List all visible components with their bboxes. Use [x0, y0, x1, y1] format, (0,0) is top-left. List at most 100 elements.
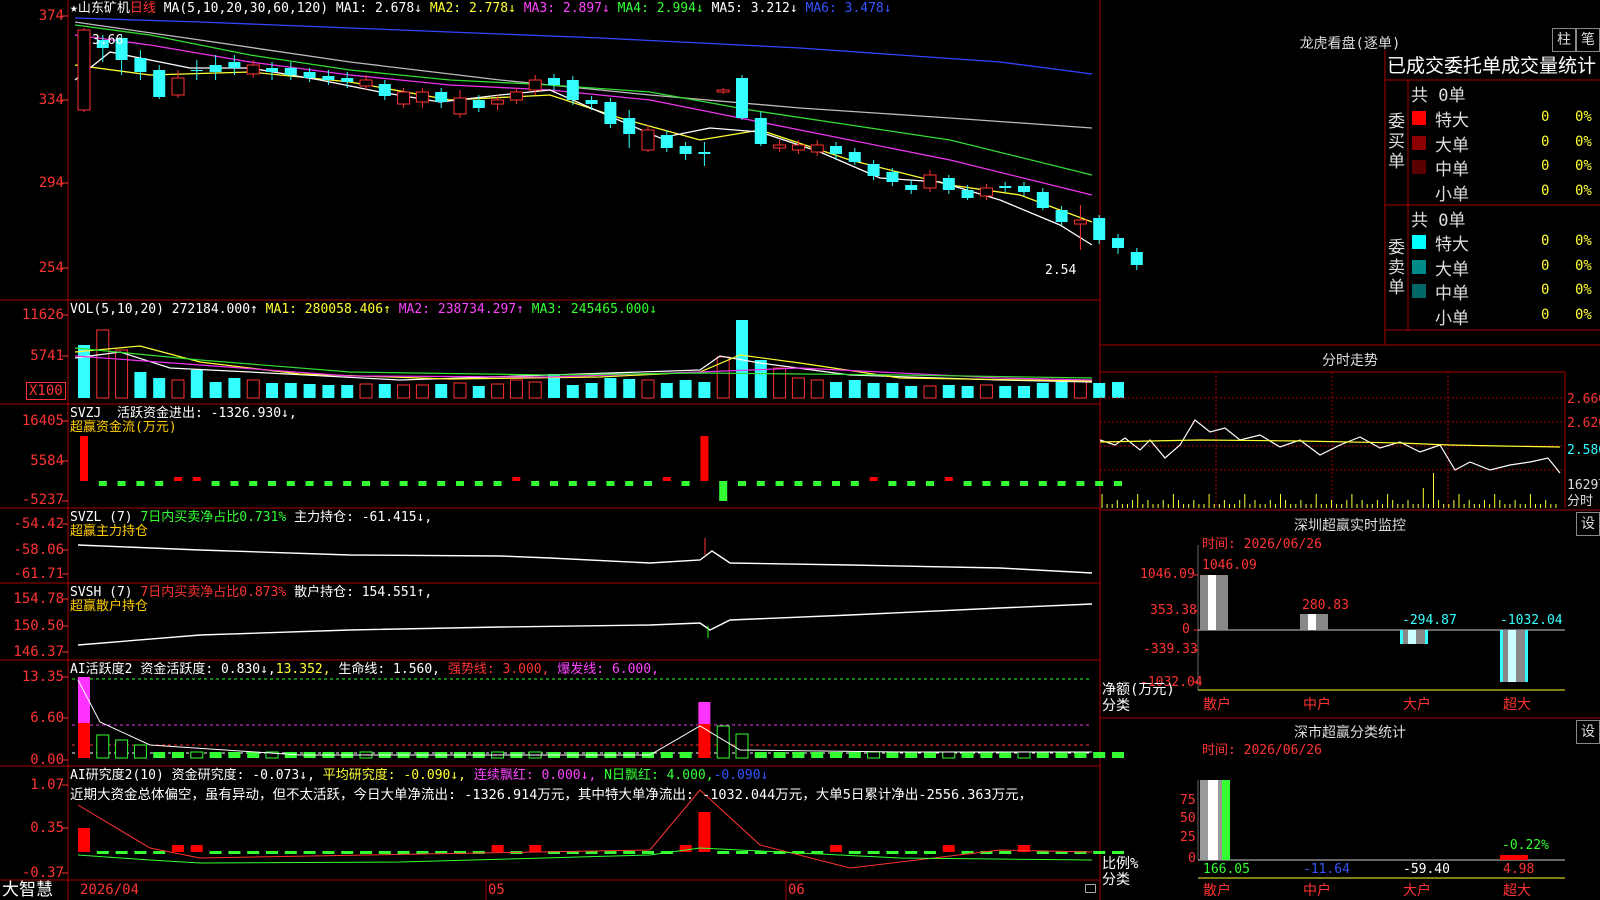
sell-row-label-0: 特大 [1435, 235, 1469, 255]
ma4-value: MA4: 2.994↓ [617, 1, 704, 16]
ai2-bar [134, 851, 147, 854]
candle-body [171, 77, 185, 96]
volume-bar [228, 378, 241, 398]
svzj-bar [587, 481, 596, 486]
ai1-bar [1036, 752, 1049, 758]
star-icon: ★ [70, 1, 78, 16]
vol-value: 272184.000↑ [171, 302, 258, 317]
candle-body [322, 76, 335, 80]
sell-row-percent-2: 0% [1575, 282, 1592, 298]
sz1-value-1: 280.83 [1302, 598, 1349, 613]
candle-body [999, 186, 1012, 188]
vol-unit-badge: X100 [26, 382, 66, 400]
buy-side-label: 委买单 [1388, 112, 1405, 172]
svzl-legend: SVZL (7) 7日内买卖净占比0.731% 主力持仓: -61.415↓, [70, 510, 432, 525]
sz1-title: 深圳超赢实时监控 [1294, 518, 1406, 534]
svsh-value: 散户持仓: 154.551↑, [294, 585, 433, 600]
chart-legend-price: ★山东矿机日线 MA(5,10,20,30,60,120) MA1: 2.678… [70, 1, 892, 16]
candle-body [209, 65, 222, 72]
svzj-bar [456, 481, 464, 486]
svzj-bar [1020, 481, 1028, 486]
svzj-bar [493, 481, 502, 486]
svzj-bar [117, 481, 126, 486]
svsh-title: SVSH (7) [70, 585, 133, 600]
ai1-axis-top: 13.35 [21, 669, 64, 685]
sz1-category-2: 大户 [1403, 697, 1431, 713]
sz2-value-1: -11.64 [1303, 862, 1350, 877]
sz1-axis-1: 1046.09 [1140, 567, 1195, 582]
svzj-bar [362, 481, 370, 486]
svzj-bar [418, 481, 427, 486]
candle-body [190, 70, 203, 71]
candle-body [961, 190, 974, 198]
ma3-value: MA3: 2.897↓ [523, 1, 610, 16]
price-axis-254: 254 [38, 260, 64, 276]
sz1-category-1: 中户 [1303, 697, 1331, 713]
sz2-bar-3 [1500, 855, 1528, 860]
vol-legend: VOL(5,10,20) 272184.000↑ MA1: 280058.406… [70, 302, 657, 317]
svzl-ratio: 7日内买卖净占比0.731% [140, 510, 287, 525]
ma1-value: MA1: 2.678↓ [335, 1, 422, 16]
stock-name[interactable]: 山东矿机 [78, 1, 130, 16]
svzj-bar [662, 477, 671, 481]
sz2-value-0: 166.05 [1203, 862, 1250, 877]
buy-row-percent-3: 0% [1575, 182, 1592, 199]
svzj-bar [268, 481, 276, 486]
sz2-bar-stripe [1222, 780, 1230, 860]
candle-body [810, 144, 824, 153]
lhkp-title: 龙虎看盘(逐单) [1299, 36, 1401, 52]
volume-bar [509, 379, 523, 399]
buy-row-percent-1: 0% [1575, 133, 1592, 150]
volume-bar [791, 377, 805, 399]
svzj-subtitle: 超赢资金流(万元) [70, 420, 177, 435]
ai1-bar [924, 752, 936, 758]
candle-body [773, 144, 787, 149]
ai1-bar [172, 752, 184, 758]
sz1-category-3: 超大 [1503, 697, 1531, 713]
svzj-bar [230, 481, 239, 486]
candle-body [754, 118, 767, 144]
candle-body [848, 152, 861, 162]
sell-row-percent-1: 0% [1575, 257, 1592, 274]
svzj-bar [1114, 481, 1122, 486]
candle-body [660, 135, 673, 148]
svzj-bar [813, 481, 822, 486]
sz2-category-0: 散户 [1203, 883, 1231, 899]
ai1-bar [115, 739, 129, 759]
svzj-bar [926, 481, 934, 486]
volume-bar [341, 385, 354, 398]
candle-body [435, 92, 448, 102]
tick-mode-button[interactable]: 笔 [1576, 28, 1600, 52]
svzj-bar [738, 481, 746, 486]
volume-bar [679, 380, 692, 398]
sz2-category-2: 大户 [1403, 883, 1431, 899]
ai2-bar [266, 851, 278, 854]
volume-bar [246, 379, 260, 399]
sz1-axis-2: 353.38 [1150, 603, 1197, 618]
svzj-bar [700, 436, 709, 481]
period-label[interactable]: 日线 [130, 1, 156, 16]
ai1-bar [905, 752, 918, 758]
candle-body [153, 70, 166, 97]
volume-bar [453, 382, 467, 399]
ai2-bar [491, 845, 504, 852]
sz1-bar-edge [1525, 630, 1528, 682]
candle-body [585, 100, 598, 104]
fenshi-axis-1: 2.660 [1567, 392, 1600, 407]
bar-mode-button[interactable]: 柱 [1552, 28, 1576, 52]
volume-bar [830, 382, 842, 398]
candle-body [1055, 210, 1068, 222]
sz1-settings-button[interactable]: 设 [1576, 512, 1600, 536]
chart-canvas[interactable] [0, 0, 1600, 900]
svzj-axis-mid: 5584 [30, 453, 64, 469]
candle-body [303, 72, 316, 78]
buy-row-count-0: 0 [1541, 109, 1550, 125]
sz2-bar-highlight [1208, 780, 1218, 860]
lock-icon[interactable] [1085, 884, 1096, 893]
vol-axis-top: 11626 [21, 307, 64, 323]
buy-color-swatch-0 [1412, 111, 1426, 125]
ai2-bar [397, 851, 410, 854]
ai1-axis-bottom: 0.00 [30, 752, 64, 768]
sz2-settings-button[interactable]: 设 [1576, 720, 1600, 744]
svzj-bar [80, 436, 88, 481]
